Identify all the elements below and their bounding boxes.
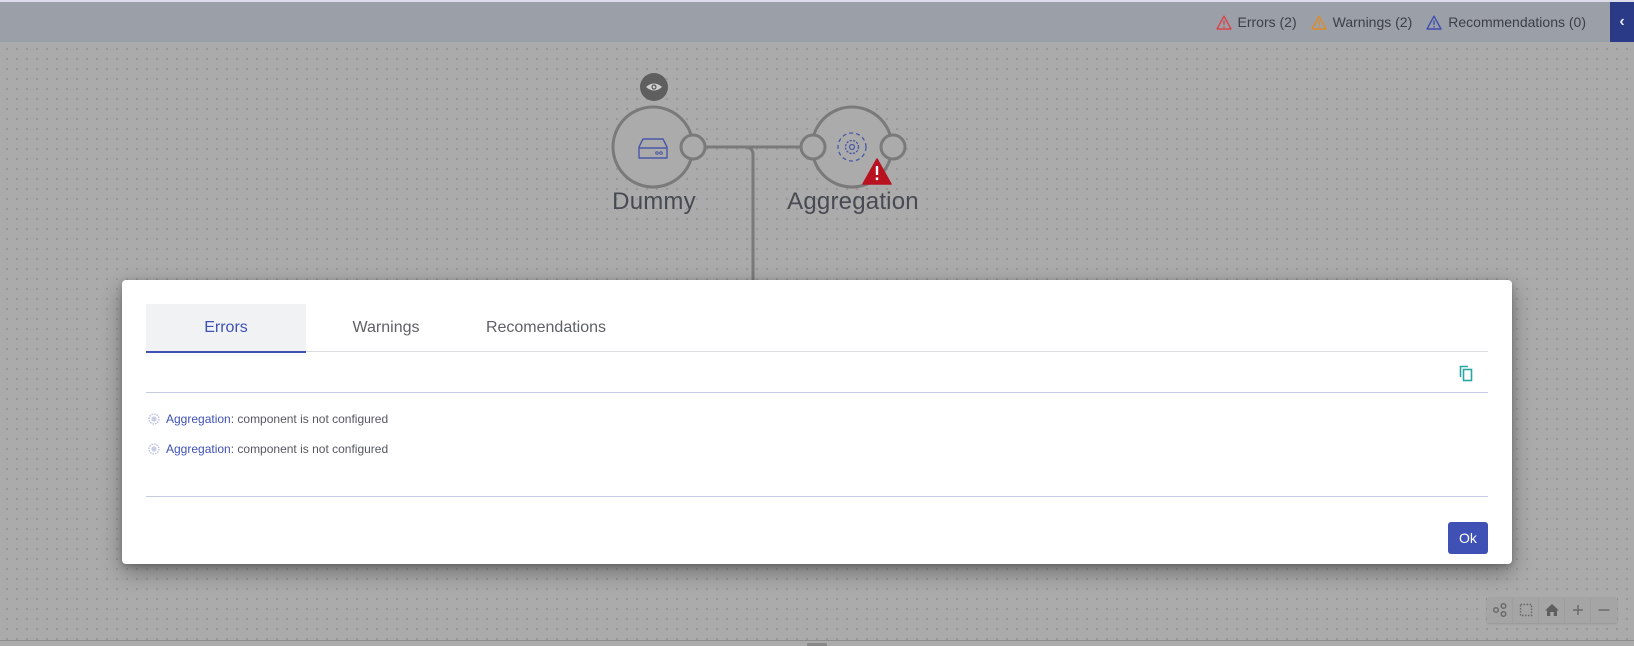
warnings-summary-label: Warnings (2) — [1332, 14, 1413, 30]
list-item: Aggregation : component is not configure… — [146, 434, 1488, 464]
list-item: Aggregation : component is not configure… — [146, 404, 1488, 434]
issue-separator: : — [230, 412, 238, 426]
node-aggregation-output-port[interactable] — [879, 133, 907, 161]
warning-triangle-icon — [1310, 15, 1327, 30]
recommendations-summary-link[interactable]: Recommendations (0) — [1426, 14, 1586, 30]
zoom-out-button[interactable] — [1591, 597, 1617, 623]
dialog-footer-divider — [146, 496, 1488, 497]
canvas-toolbar — [1487, 597, 1617, 623]
error-triangle-icon — [1215, 15, 1232, 30]
issue-message: component is not configured — [237, 412, 389, 426]
panel-resize-border — [0, 640, 1634, 641]
component-gear-icon — [148, 443, 160, 455]
chevron-left-icon: ‹ — [1619, 13, 1625, 30]
plus-icon — [1573, 605, 1583, 615]
issues-list: Aggregation : component is not configure… — [146, 404, 1488, 464]
errors-summary-label: Errors (2) — [1237, 14, 1297, 30]
errors-summary-link[interactable]: Errors (2) — [1215, 14, 1297, 30]
zoom-in-button[interactable] — [1565, 597, 1591, 623]
home-icon — [1545, 604, 1559, 616]
preview-eye-badge[interactable] — [640, 73, 668, 101]
warnings-summary-link[interactable]: Warnings (2) — [1310, 14, 1413, 30]
issues-tabs: Errors Warnings Recomendations — [146, 304, 1488, 353]
graph-layout-icon — [1492, 602, 1507, 618]
ok-button[interactable]: Ok — [1448, 522, 1488, 554]
node-aggregation-input-port[interactable] — [799, 133, 827, 161]
connector-vertical — [705, 145, 755, 280]
issue-component-link[interactable]: Aggregation — [166, 412, 231, 426]
minus-icon — [1598, 609, 1610, 611]
dialog-toolbar — [146, 353, 1488, 393]
issue-separator: : — [230, 442, 238, 456]
node-dummy[interactable] — [611, 73, 707, 189]
collapse-panel-button[interactable]: ‹ — [1610, 2, 1634, 42]
node-dummy-output-port[interactable] — [679, 133, 707, 161]
tab-recomendations[interactable]: Recomendations — [466, 304, 626, 352]
copy-button[interactable] — [1456, 363, 1476, 383]
tab-errors[interactable]: Errors — [146, 304, 306, 353]
node-dummy-label: Dummy — [612, 188, 696, 215]
issues-summary: Errors (2) Warnings (2) Recommendations … — [1215, 2, 1586, 42]
issues-header-bar: Errors (2) Warnings (2) Recommendations … — [0, 2, 1634, 42]
node-aggregation-label: Aggregation — [787, 188, 919, 215]
tab-warnings[interactable]: Warnings — [306, 304, 466, 352]
node-aggregation[interactable] — [799, 105, 907, 189]
issue-message: component is not configured — [237, 442, 389, 456]
recommendations-summary-label: Recommendations (0) — [1448, 14, 1586, 30]
issues-dialog: Errors Warnings Recomendations Aggregati… — [122, 280, 1512, 564]
component-gear-icon — [148, 413, 160, 425]
home-button[interactable] — [1539, 597, 1565, 623]
select-area-button[interactable] — [1513, 597, 1539, 623]
layout-graph-button[interactable] — [1487, 597, 1513, 623]
dashed-square-icon — [1519, 603, 1533, 617]
copy-icon — [1459, 365, 1473, 382]
recommendation-triangle-icon — [1426, 15, 1442, 30]
issue-component-link[interactable]: Aggregation — [166, 442, 231, 456]
